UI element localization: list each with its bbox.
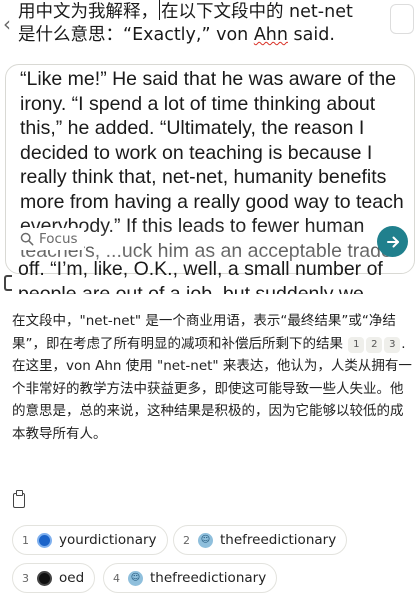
bracket-icon — [4, 275, 12, 291]
answer-body: 在文段中，"net-net" 是一个商业用语，表示“最终结果”或“净结果”，即在… — [12, 310, 412, 445]
source-name: oed — [59, 570, 85, 586]
clipboard-icon[interactable] — [13, 490, 25, 508]
source-chip[interactable]: 1 yourdictionary — [12, 525, 168, 555]
yourdictionary-icon — [37, 532, 52, 548]
text-caret — [159, 0, 160, 20]
source-chip[interactable]: 4 ☺ thefreedictionary — [103, 563, 278, 593]
query-line-1: 用中文为我解释， 在以下文段中的 net-net — [18, 0, 353, 24]
misspelled-word: Ahn — [253, 25, 288, 45]
copy-button[interactable] — [390, 4, 414, 34]
focus-label: Focus — [39, 231, 78, 247]
query-text: 用中文为我解释， — [18, 2, 158, 22]
source-chip[interactable]: 2 ☺ thefreedictionary — [173, 525, 348, 555]
chevron-left-icon[interactable]: ‹ — [3, 12, 11, 36]
query-text: 在以下文段中的 net-net — [161, 2, 353, 22]
query-line-2: 是什么意思：“Exactly,” von Ahn said. — [18, 23, 335, 47]
submit-button[interactable] — [377, 226, 408, 257]
oed-icon — [37, 570, 52, 586]
thefreedictionary-icon: ☺ — [128, 570, 143, 586]
overflow-line-2: people are out of a job, but suddenly we — [18, 282, 364, 294]
source-name: thefreedictionary — [220, 532, 337, 548]
citation-3[interactable]: 3 — [384, 336, 401, 353]
citation-1[interactable]: 1 — [348, 336, 365, 353]
source-name: thefreedictionary — [150, 570, 267, 586]
search-icon — [20, 232, 34, 246]
citation-2[interactable]: 2 — [366, 336, 383, 353]
source-number: 2 — [183, 533, 190, 547]
focus-button[interactable]: Focus — [20, 228, 84, 250]
answer-text: 在文段中，"net-net" 是一个商业用语，表示“最终结果”或“净结果”，即在… — [12, 313, 396, 352]
source-number: 3 — [22, 571, 29, 585]
source-chip[interactable]: 3 oed — [12, 563, 96, 593]
query-text: said. — [287, 25, 335, 45]
overflow-line-1: off. “I’m, like, O.K., well, a small num… — [18, 258, 383, 280]
source-number: 1 — [22, 533, 29, 547]
arrow-right-icon — [386, 236, 399, 247]
source-number: 4 — [113, 571, 120, 585]
query-header: ‹ 用中文为我解释， 在以下文段中的 net-net 是什么意思：“Exactly… — [0, 0, 420, 62]
query-text: 是什么意思：“Exactly,” von — [18, 25, 254, 45]
overflow-text: off. “I’m, like, O.K., well, a small num… — [18, 257, 418, 294]
source-name: yourdictionary — [59, 532, 157, 548]
thefreedictionary-icon: ☺ — [198, 532, 213, 548]
